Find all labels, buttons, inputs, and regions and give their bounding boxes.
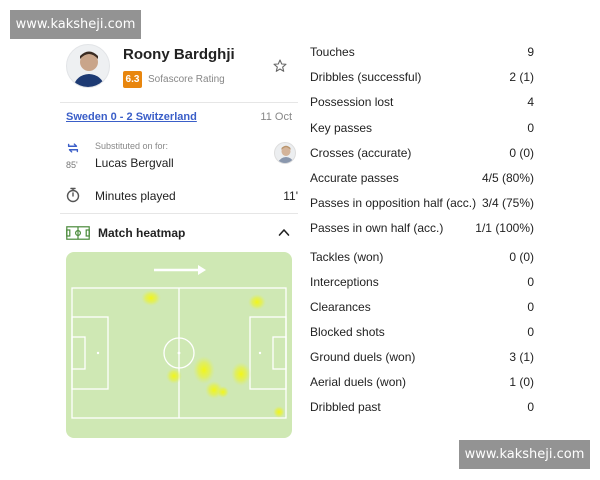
center-spot	[177, 351, 181, 355]
stat-value: 4/5 (80%)	[481, 171, 534, 185]
substitution-icon	[67, 143, 79, 153]
heatmap-pitch	[66, 252, 292, 438]
stat-value: 0 (0)	[509, 146, 534, 160]
stat-row: Dribbled past 0	[306, 398, 538, 416]
match-row: Sweden 0 - 2 Switzerland 11 Oct	[66, 111, 292, 127]
stat-row: Aerial duels (won) 1 (0)	[306, 373, 538, 391]
match-link[interactable]: Sweden 0 - 2 Switzerland	[66, 111, 197, 123]
stat-value: 0 (0)	[509, 250, 534, 264]
heat-spot	[231, 362, 251, 386]
player-header: Roony Bardghji 6.3 Sofascore Rating	[60, 40, 298, 102]
stat-value: 0	[527, 300, 534, 314]
stat-label: Accurate passes	[310, 171, 399, 185]
stat-row: Blocked shots 0	[306, 323, 538, 341]
heat-spot	[141, 290, 161, 306]
left-penalty-spot	[96, 351, 100, 355]
chevron-up-icon[interactable]	[278, 227, 290, 237]
heat-spot	[217, 386, 229, 398]
stat-row: Dribbles (successful) 2 (1)	[306, 68, 538, 86]
stat-value: 4	[527, 95, 534, 109]
stat-value: 2 (1)	[509, 70, 534, 84]
stat-row: Clearances 0	[306, 298, 538, 316]
heatmap-title: Match heatmap	[98, 226, 186, 240]
watermark-bottom: www.kaksheji.com	[459, 440, 590, 469]
substitution-label: Substituted on for:	[95, 141, 169, 151]
right-penalty-spot	[258, 351, 262, 355]
stat-value: 0	[527, 275, 534, 289]
stat-value: 0	[527, 121, 534, 135]
substituted-player-avatar[interactable]	[274, 142, 296, 164]
stat-label: Crosses (accurate)	[310, 146, 412, 160]
stat-label: Aerial duels (won)	[310, 375, 407, 389]
stat-value: 0	[527, 400, 534, 414]
stat-row: Interceptions 0	[306, 273, 538, 291]
stat-row: Touches 9	[306, 43, 538, 61]
stat-value: 9	[527, 45, 534, 59]
divider	[60, 213, 298, 214]
stat-value: 3 (1)	[509, 350, 534, 364]
stat-label: Passes in opposition half (acc.)	[310, 196, 477, 210]
stat-label: Interceptions	[310, 275, 379, 289]
substitution-row: 85' Substituted on for: Lucas Bergvall	[66, 140, 296, 174]
stat-row: Passes in own half (acc.) 1/1 (100%)	[306, 219, 538, 237]
stat-row: Crosses (accurate) 0 (0)	[306, 144, 538, 162]
stat-value: 1 (0)	[509, 375, 534, 389]
stat-label: Tackles (won)	[310, 250, 384, 264]
minutes-played-value: 11'	[283, 189, 298, 203]
stat-label: Dribbled past	[310, 400, 381, 414]
stat-label: Ground duels (won)	[310, 350, 416, 364]
stat-label: Passes in own half (acc.)	[310, 221, 444, 235]
stat-value: 1/1 (100%)	[475, 221, 534, 235]
heat-spot	[248, 294, 266, 310]
substituted-player[interactable]: Lucas Bergvall	[95, 156, 174, 170]
stat-label: Blocked shots	[310, 325, 385, 339]
pitch-icon	[66, 226, 90, 240]
rating-label: Sofascore Rating	[148, 74, 225, 85]
star-icon[interactable]	[272, 58, 288, 74]
heat-spot	[166, 368, 182, 384]
stat-value: 3/4 (75%)	[481, 196, 534, 210]
stat-row: Key passes 0	[306, 119, 538, 137]
stat-row: Accurate passes 4/5 (80%)	[306, 169, 538, 187]
rating-badge: 6.3	[123, 71, 142, 88]
divider	[60, 102, 298, 103]
heat-spot	[273, 406, 285, 418]
player-avatar[interactable]	[66, 44, 110, 88]
substitution-minute: 85'	[66, 160, 78, 170]
stopwatch-icon	[66, 187, 80, 203]
minutes-played-row: Minutes played 11'	[66, 187, 298, 205]
player-panel: Roony Bardghji 6.3 Sofascore Rating Swed…	[60, 40, 298, 438]
stat-value: 0	[527, 325, 534, 339]
stat-row: Passes in opposition half (acc.) 3/4 (75%…	[306, 194, 538, 212]
player-name: Roony Bardghji	[123, 46, 235, 63]
stat-label: Possession lost	[310, 95, 394, 109]
stat-label: Touches	[310, 45, 355, 59]
stat-row: Ground duels (won) 3 (1)	[306, 348, 538, 366]
stat-label: Dribbles (successful)	[310, 70, 422, 84]
minutes-played-label: Minutes played	[95, 189, 176, 203]
heatmap-header[interactable]: Match heatmap	[66, 225, 292, 241]
stat-row: Tackles (won) 0 (0)	[306, 248, 538, 266]
match-date: 11 Oct	[260, 111, 292, 123]
stat-label: Key passes	[310, 121, 373, 135]
stat-label: Clearances	[310, 300, 371, 314]
watermark-top: www.kaksheji.com	[10, 10, 141, 39]
heat-spot	[193, 356, 215, 384]
stat-row: Possession lost 4	[306, 93, 538, 111]
